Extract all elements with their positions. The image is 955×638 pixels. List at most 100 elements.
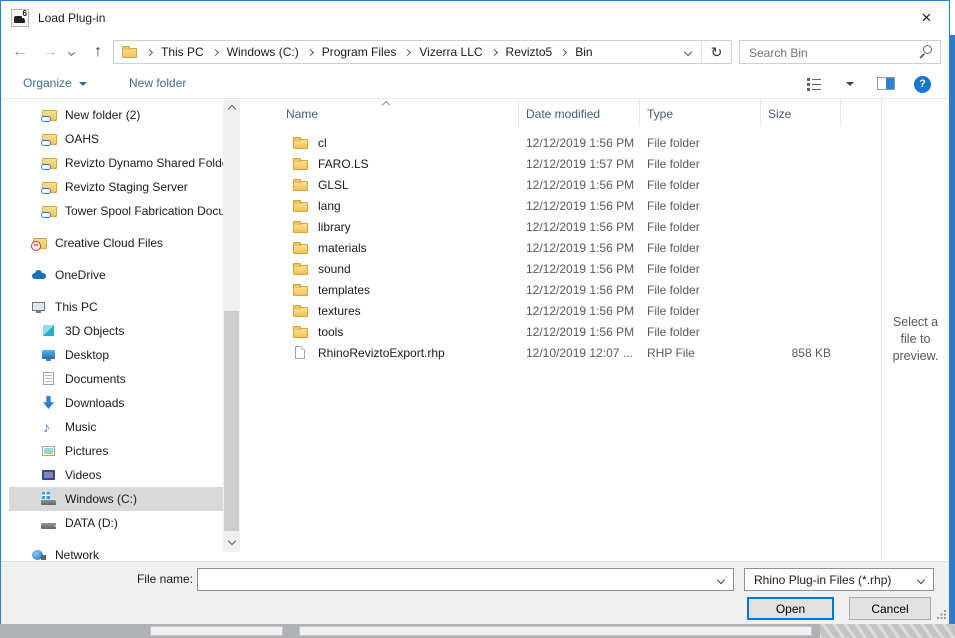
- sidebar-item[interactable]: This PC: [9, 295, 231, 319]
- command-toolbar: Organize New folder ?: [1, 70, 949, 99]
- scroll-up-icon[interactable]: [228, 105, 236, 113]
- sidebar-item[interactable]: Network: [9, 543, 231, 560]
- scroll-down-icon[interactable]: [228, 537, 236, 545]
- sidebar-item[interactable]: Desktop: [9, 343, 231, 367]
- file-name: textures: [318, 304, 361, 318]
- rhino-app-icon: [11, 9, 29, 27]
- file-name-combo: [197, 568, 734, 591]
- history-dropdown-icon[interactable]: [68, 49, 75, 56]
- breadcrumb-item[interactable]: Program Files: [299, 45, 397, 59]
- file-name-label: File name:: [81, 572, 193, 586]
- sidebar-item[interactable]: Downloads: [9, 391, 231, 415]
- up-button[interactable]: ↑: [87, 38, 109, 66]
- file-row[interactable]: library 12/12/2019 1:56 PM File folder: [248, 216, 881, 237]
- sidebar-scrollbar[interactable]: [223, 100, 240, 552]
- file-name: FARO.LS: [318, 157, 369, 171]
- file-row[interactable]: textures 12/12/2019 1:56 PM File folder: [248, 300, 881, 321]
- breadcrumb-item[interactable]: Bin: [552, 45, 592, 59]
- file-row[interactable]: sound 12/12/2019 1:56 PM File folder: [248, 258, 881, 279]
- file-date: 12/12/2019 1:56 PM: [519, 304, 640, 318]
- title-bar[interactable]: Load Plug-in ×: [1, 1, 949, 34]
- view-dropdown-icon[interactable]: [846, 82, 854, 86]
- music-icon: [41, 419, 58, 435]
- file-row[interactable]: materials 12/12/2019 1:56 PM File folder: [248, 237, 881, 258]
- folder-icon: [292, 240, 309, 256]
- file-row[interactable]: tools 12/12/2019 1:56 PM File folder: [248, 321, 881, 342]
- breadcrumb-separator-icon: [212, 48, 219, 55]
- sidebar-item[interactable]: Creative Cloud Files: [9, 231, 231, 255]
- sidebar-item[interactable]: 3D Objects: [9, 319, 231, 343]
- file-row[interactable]: lang 12/12/2019 1:56 PM File folder: [248, 195, 881, 216]
- address-bar[interactable]: This PC Windows (C:) Program Files Vizer…: [113, 40, 732, 64]
- folder-icon: [292, 177, 309, 193]
- sidebar-item[interactable]: New folder (2): [9, 103, 231, 127]
- breadcrumb-separator-icon: [146, 48, 153, 55]
- dialog-body: New folder (2) OAHS Revizto Dynamo Share…: [1, 99, 949, 561]
- folder-icon: [292, 198, 309, 214]
- breadcrumb-item[interactable]: This PC: [138, 45, 204, 59]
- resize-grip[interactable]: [937, 610, 947, 620]
- preview-pane-button[interactable]: [877, 77, 895, 90]
- sidebar-item[interactable]: DATA (D:): [9, 511, 231, 535]
- address-dropdown-icon[interactable]: [684, 48, 692, 56]
- file-type: File folder: [640, 220, 761, 234]
- file-size: 858 KB: [761, 346, 841, 360]
- sidebar-item[interactable]: Windows (C:): [9, 487, 231, 511]
- file-name-input[interactable]: [198, 569, 718, 590]
- file-date: 12/12/2019 1:56 PM: [519, 262, 640, 276]
- sidebar-item[interactable]: OAHS: [9, 127, 231, 151]
- background-windows: [0, 624, 955, 638]
- sidebar-item[interactable]: Tower Spool Fabrication Docum: [9, 199, 231, 223]
- background-window-bar: [299, 626, 812, 636]
- filter-dropdown-icon: [917, 575, 925, 583]
- sidebar-item[interactable]: Revizto Dynamo Shared Folder: [9, 151, 231, 175]
- file-row[interactable]: templates 12/12/2019 1:56 PM File folder: [248, 279, 881, 300]
- column-header[interactable]: Size: [761, 100, 841, 127]
- new-folder-button[interactable]: New folder: [129, 70, 186, 97]
- column-header[interactable]: Type: [640, 100, 761, 127]
- back-button[interactable]: ←: [9, 38, 31, 66]
- background-window-edge: [950, 35, 955, 624]
- column-header[interactable]: Date modified: [519, 100, 640, 127]
- organize-dropdown-icon: [79, 82, 87, 86]
- organize-button[interactable]: Organize: [23, 70, 87, 97]
- objects-3d-icon: [41, 323, 58, 339]
- help-button[interactable]: ?: [914, 76, 931, 93]
- dialog-footer: File name: Rhino Plug-in Files (*.rhp) O…: [1, 561, 949, 624]
- file-row[interactable]: FARO.LS 12/12/2019 1:57 PM File folder: [248, 153, 881, 174]
- sidebar-item-label: OAHS: [65, 132, 99, 146]
- filter-value: Rhino Plug-in Files (*.rhp): [754, 573, 891, 587]
- cloud-folder-icon: [41, 131, 58, 147]
- file-name-dropdown-icon[interactable]: [717, 575, 725, 583]
- file-type: File folder: [640, 325, 761, 339]
- search-input[interactable]: [740, 41, 921, 65]
- sidebar-item[interactable]: Pictures: [9, 439, 231, 463]
- breadcrumb-item[interactable]: Revizto5: [483, 45, 553, 59]
- refresh-button[interactable]: ↻: [701, 41, 731, 63]
- sidebar-item[interactable]: Music: [9, 415, 231, 439]
- file-row[interactable]: cl 12/12/2019 1:56 PM File folder: [248, 132, 881, 153]
- change-view-button[interactable]: [807, 78, 821, 91]
- breadcrumb-item[interactable]: Vizerra LLC: [396, 45, 482, 59]
- scrollbar-thumb[interactable]: [224, 311, 239, 531]
- search-icon[interactable]: [919, 45, 932, 59]
- folder-icon: [292, 324, 309, 340]
- cancel-button[interactable]: Cancel: [849, 597, 931, 620]
- sidebar-item[interactable]: Revizto Staging Server: [9, 175, 231, 199]
- sidebar-item-label: Documents: [65, 372, 126, 386]
- cloud-folder-icon: [41, 107, 58, 123]
- sidebar-item[interactable]: OneDrive: [9, 263, 231, 287]
- cloud-folder-icon: [41, 155, 58, 171]
- forward-button[interactable]: →: [39, 38, 61, 66]
- sidebar-item-label: Downloads: [65, 396, 124, 410]
- sidebar-item[interactable]: Documents: [9, 367, 231, 391]
- sidebar-item[interactable]: Videos: [9, 463, 231, 487]
- file-row[interactable]: GLSL 12/12/2019 1:56 PM File folder: [248, 174, 881, 195]
- file-date: 12/12/2019 1:56 PM: [519, 283, 640, 297]
- file-row[interactable]: RhinoReviztoExport.rhp 12/10/2019 12:07 …: [248, 342, 881, 363]
- file-type-filter[interactable]: Rhino Plug-in Files (*.rhp): [744, 568, 934, 591]
- breadcrumb-item[interactable]: Windows (C:): [204, 45, 299, 59]
- open-button[interactable]: Open: [747, 597, 834, 620]
- this-pc-icon: [31, 299, 48, 315]
- close-button[interactable]: ×: [904, 1, 949, 34]
